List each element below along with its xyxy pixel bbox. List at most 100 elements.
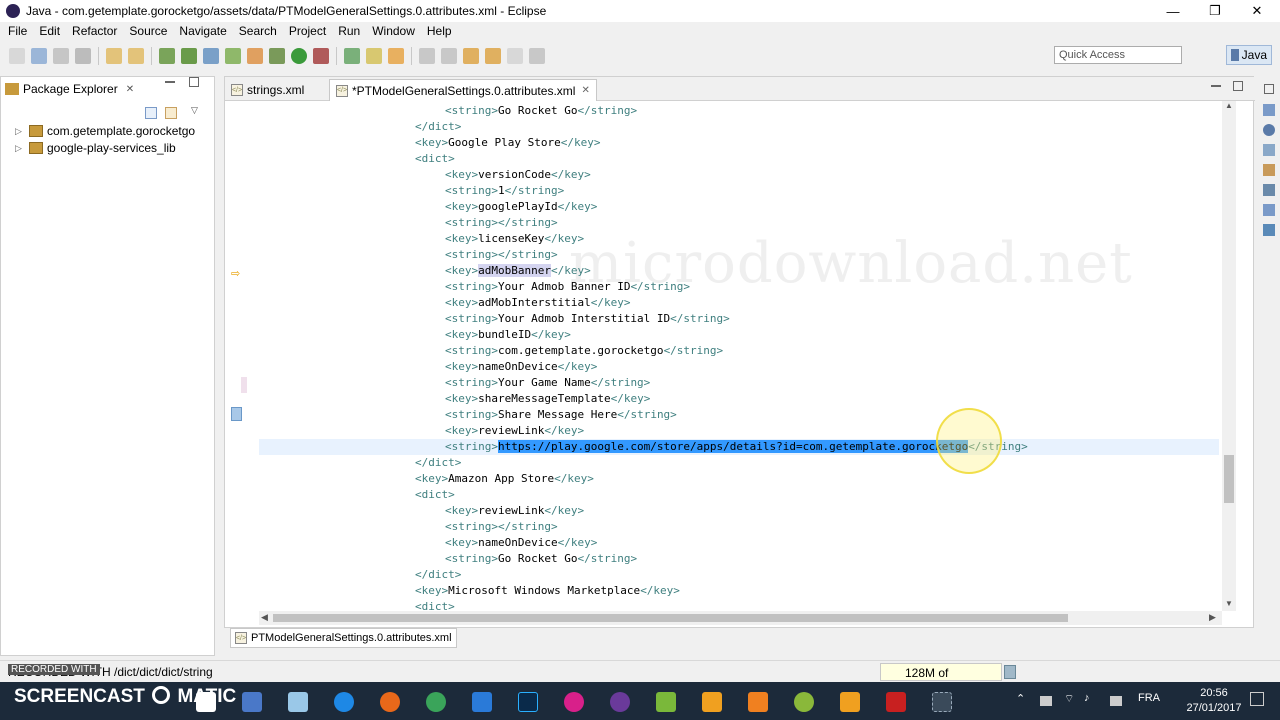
back-icon[interactable]	[485, 48, 501, 64]
run-icon[interactable]	[291, 48, 307, 64]
new-class-icon[interactable]	[344, 48, 360, 64]
eclipse-task-icon[interactable]	[610, 692, 630, 712]
close-view-icon[interactable]: ✕	[126, 84, 134, 95]
code-line[interactable]: <string>Your Game Name</string>	[259, 375, 650, 391]
next-annotation-icon[interactable]	[419, 48, 435, 64]
menu-window[interactable]: Window	[366, 24, 421, 38]
menu-navigate[interactable]: Navigate	[173, 24, 232, 38]
code-line[interactable]: </dict>	[259, 567, 461, 583]
menu-refactor[interactable]: Refactor	[66, 24, 123, 38]
code-line[interactable]: <key>adMobBanner</key>	[259, 263, 591, 279]
tray-up-arrow-icon[interactable]: ⌃	[1016, 692, 1025, 705]
computer-icon[interactable]	[242, 692, 262, 712]
code-line[interactable]: <dict>	[259, 487, 455, 503]
android-icon[interactable]	[656, 692, 676, 712]
code-line[interactable]: <string>Go Rocket Go</string>	[259, 551, 637, 567]
minimize-editor-icon[interactable]	[1211, 85, 1221, 87]
code-line[interactable]: <key>versionCode</key>	[259, 167, 591, 183]
code-line[interactable]: <key>licenseKey</key>	[259, 231, 584, 247]
view-menu-icon[interactable]: ▽	[191, 105, 198, 116]
code-line[interactable]: <key>Microsoft Windows Marketplace</key>	[259, 583, 680, 599]
chrome-icon[interactable]	[426, 692, 446, 712]
bookmark-icon[interactable]	[231, 407, 242, 421]
scroll-up-icon[interactable]: ▲	[1225, 101, 1233, 110]
minimize-view-icon[interactable]	[165, 81, 175, 83]
taskbar-clock[interactable]: 20:56 27/01/2017	[1186, 686, 1242, 716]
code-line[interactable]: <key>bundleID</key>	[259, 327, 571, 343]
vertical-scrollbar[interactable]: ▲ ▼	[1222, 101, 1236, 611]
last-edit-icon[interactable]	[463, 48, 479, 64]
package-icon[interactable]	[702, 692, 722, 712]
code-line[interactable]: <string>https://play.google.com/store/ap…	[259, 439, 1219, 455]
menu-source[interactable]: Source	[123, 24, 173, 38]
code-line[interactable]: <string>Go Rocket Go</string>	[259, 103, 637, 119]
mail-icon[interactable]	[472, 692, 492, 712]
logcat-view-icon[interactable]	[1263, 204, 1275, 216]
quick-access-input[interactable]: Quick Access	[1054, 46, 1182, 64]
forward-icon[interactable]	[507, 48, 523, 64]
horizontal-scroll-thumb[interactable]	[273, 614, 1068, 622]
heap-status[interactable]: 128M of 633M	[880, 663, 1002, 694]
archive-icon[interactable]	[840, 692, 860, 712]
battery-icon[interactable]	[1040, 696, 1052, 706]
problems-view-icon[interactable]	[1263, 164, 1275, 176]
quick-fix-arrow-icon[interactable]: ⇨	[231, 267, 240, 280]
tab-strings-xml[interactable]: </> strings.xml	[225, 79, 310, 101]
devices-view-icon[interactable]	[1263, 224, 1275, 236]
tree-item-library[interactable]: ▷ google-play-services_lib	[15, 140, 176, 156]
prev-annotation-icon[interactable]	[441, 48, 457, 64]
code-editor[interactable]: microdownload.net <string>Go Rocket Go</…	[259, 101, 1219, 611]
restore-button[interactable]: ❐	[1192, 0, 1238, 22]
external-tools-icon[interactable]	[313, 48, 329, 64]
build-icon[interactable]	[159, 48, 175, 64]
android-sdk-icon[interactable]	[181, 48, 197, 64]
code-line[interactable]: </dict>	[259, 119, 461, 135]
flickr-icon[interactable]	[564, 692, 584, 712]
close-button[interactable]: ✕	[1234, 0, 1280, 22]
code-line[interactable]: <string>1</string>	[259, 183, 564, 199]
wifi-icon[interactable]: ⌔	[1064, 692, 1074, 706]
code-line[interactable]: <dict>	[259, 151, 455, 167]
new-icon[interactable]	[9, 48, 25, 64]
code-line[interactable]: <string>com.getemplate.gorocketgo</strin…	[259, 343, 723, 359]
search-icon[interactable]	[388, 48, 404, 64]
snipping-icon[interactable]	[932, 692, 952, 712]
volume-icon[interactable]: ♪	[1084, 692, 1090, 704]
tab-attributes-xml[interactable]: </> *PTModelGeneralSettings.0.attributes…	[329, 79, 597, 101]
garbage-collect-icon[interactable]	[1004, 665, 1016, 679]
code-line[interactable]: <key>Google Play Store</key>	[259, 135, 600, 151]
code-line[interactable]: <key>shareMessageTemplate</key>	[259, 391, 650, 407]
scroll-right-icon[interactable]: ▶	[1209, 612, 1216, 623]
code-line[interactable]: <dict>	[259, 599, 455, 611]
code-line[interactable]: <key>adMobInterstitial</key>	[259, 295, 630, 311]
bottom-tab-design[interactable]: </> PTModelGeneralSettings.0.attributes.…	[230, 628, 457, 648]
javadoc-view-icon[interactable]	[1263, 124, 1275, 136]
notifications-icon[interactable]	[1250, 692, 1264, 706]
message-icon[interactable]	[1110, 696, 1122, 706]
code-line[interactable]: <string></string>	[259, 247, 558, 263]
vlc-icon[interactable]	[748, 692, 768, 712]
code-line[interactable]: <key>Amazon App Store</key>	[259, 471, 594, 487]
lint-icon[interactable]	[203, 48, 219, 64]
debug-icon[interactable]	[269, 48, 285, 64]
menu-file[interactable]: File	[2, 24, 33, 38]
code-line[interactable]: <key>nameOnDevice</key>	[259, 535, 597, 551]
menu-help[interactable]: Help	[421, 24, 458, 38]
restore-view-icon[interactable]	[1264, 84, 1274, 94]
menu-project[interactable]: Project	[283, 24, 332, 38]
firefox-icon[interactable]	[380, 692, 400, 712]
menu-run[interactable]: Run	[332, 24, 366, 38]
code-line[interactable]: <string></string>	[259, 215, 558, 231]
package-explorer-tab[interactable]: Package Explorer ✕	[5, 79, 134, 99]
acrobat-icon[interactable]	[886, 692, 906, 712]
horizontal-scrollbar[interactable]: ◀ ▶	[259, 611, 1222, 625]
expand-arrow-icon[interactable]: ▷	[15, 126, 25, 137]
code-line[interactable]: <key>reviewLink</key>	[259, 423, 584, 439]
open-task-icon[interactable]	[128, 48, 144, 64]
vertical-scroll-thumb[interactable]	[1224, 455, 1234, 503]
code-line[interactable]: </dict>	[259, 455, 461, 471]
declaration-view-icon[interactable]	[1263, 144, 1275, 156]
code-line[interactable]: <key>reviewLink</key>	[259, 503, 584, 519]
menu-edit[interactable]: Edit	[33, 24, 66, 38]
console-view-icon[interactable]	[1263, 184, 1275, 196]
